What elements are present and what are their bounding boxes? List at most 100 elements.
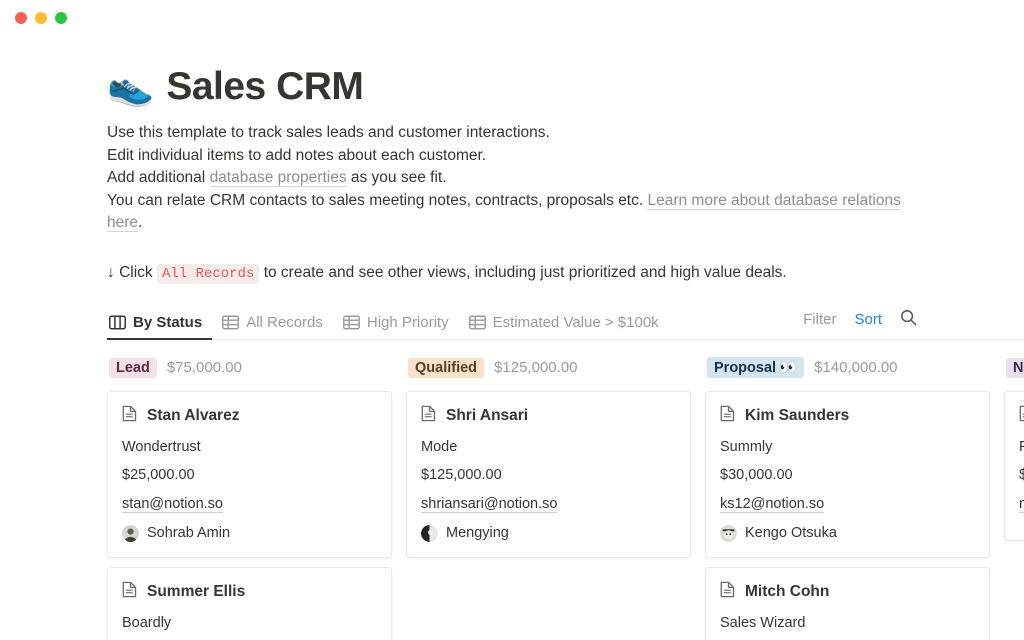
tab-label: All Records [246, 314, 323, 331]
window-minimize-button[interactable] [35, 12, 47, 24]
card-title-row: Kim Saunders [720, 405, 975, 427]
document-icon [122, 581, 137, 603]
view-tabs: By Status All Records [107, 314, 803, 339]
column-cards: Stan Alvarez Wondertrust $25,000.00 stan… [107, 391, 392, 640]
column-cards: Fr Fr $ m [1004, 391, 1024, 541]
status-badge[interactable]: Lead [109, 358, 157, 378]
description-line-3-prefix: Add additional [107, 169, 210, 186]
avatar [122, 525, 139, 542]
status-badge-label: Lead [116, 360, 150, 376]
view-toolbar: By Status All Records [107, 306, 1024, 340]
page-header: 👟 Sales CRM [107, 65, 1024, 109]
window-close-button[interactable] [15, 12, 27, 24]
card-title: Summer Ellis [147, 583, 245, 601]
sort-button[interactable]: Sort [854, 311, 882, 328]
avatar [720, 525, 737, 542]
card-title-row: Stan Alvarez [122, 405, 377, 427]
card-title-row: Mitch Cohn [720, 581, 975, 603]
page-title: Sales CRM [166, 65, 363, 109]
card-amount: $30,000.00 [720, 467, 975, 483]
board-column-negotiation: N Fr [1004, 354, 1024, 640]
column-header: Lead $75,000.00 [107, 354, 392, 382]
page-description: Use this template to track sales leads a… [107, 122, 922, 235]
search-icon[interactable] [900, 309, 917, 331]
column-header: Proposal 👀 $140,000.00 [705, 354, 990, 382]
card-title-row: Shri Ansari [421, 405, 676, 427]
board-card[interactable]: Mitch Cohn Sales Wizard [705, 567, 990, 640]
card-title: Kim Saunders [745, 407, 849, 425]
board-card[interactable]: Stan Alvarez Wondertrust $25,000.00 stan… [107, 391, 392, 558]
document-icon [421, 405, 436, 427]
card-company: Fr [1019, 439, 1024, 455]
filter-button[interactable]: Filter [803, 311, 836, 328]
document-icon [1019, 405, 1024, 427]
table-icon [222, 315, 239, 330]
card-company: Summly [720, 439, 975, 455]
board-card[interactable]: Kim Saunders Summly $30,000.00 ks12@noti… [705, 391, 990, 558]
card-title: Stan Alvarez [147, 407, 239, 425]
tab-by-status[interactable]: By Status [107, 314, 212, 339]
column-header: N [1004, 354, 1024, 382]
card-email[interactable]: ks12@notion.so [720, 496, 824, 513]
board-card[interactable]: Shri Ansari Mode $125,000.00 shriansari@… [406, 391, 691, 558]
card-company: Sales Wizard [720, 615, 975, 631]
card-email[interactable]: m [1019, 496, 1024, 513]
tab-label: High Priority [367, 314, 449, 331]
column-sum: $125,000.00 [494, 359, 577, 376]
column-header: Qualified $125,000.00 [406, 354, 691, 382]
document-icon [122, 405, 137, 427]
table-icon [343, 315, 360, 330]
tab-high-priority[interactable]: High Priority [333, 314, 459, 339]
card-title-row: Summer Ellis [122, 581, 377, 603]
page-content: 👟 Sales CRM Use this template to track s… [0, 65, 1024, 640]
card-assignee: Mengying [421, 525, 676, 542]
down-arrow-icon: ↓ [107, 264, 115, 281]
view-actions: Filter Sort [803, 309, 917, 339]
sneaker-icon: 👟 [107, 68, 154, 106]
status-badge-label: N [1013, 360, 1023, 376]
column-cards: Shri Ansari Mode $125,000.00 shriansari@… [406, 391, 691, 558]
callout-prefix: Click [119, 264, 153, 281]
description-line-4-suffix: . [138, 214, 142, 231]
description-line-1: Use this template to track sales leads a… [107, 122, 922, 145]
board-column-qualified: Qualified $125,000.00 [406, 354, 691, 640]
tab-label: Estimated Value > $100k [493, 314, 659, 331]
all-records-callout: ↓ Click All Records to create and see ot… [107, 262, 1024, 285]
status-badge[interactable]: N [1006, 358, 1024, 378]
column-sum: $140,000.00 [814, 359, 897, 376]
card-email[interactable]: shriansari@notion.so [421, 496, 557, 513]
board-card[interactable]: Fr Fr $ m [1004, 391, 1024, 541]
board-column-proposal: Proposal 👀 $140,000.00 [705, 354, 990, 640]
tab-all-records[interactable]: All Records [212, 314, 333, 339]
status-badge[interactable]: Proposal 👀 [707, 357, 804, 378]
window-maximize-button[interactable] [55, 12, 67, 24]
document-icon [720, 581, 735, 603]
card-title-row: Fr [1019, 405, 1024, 427]
card-company: Mode [421, 439, 676, 455]
description-line-3-suffix: as you see fit. [347, 169, 447, 186]
table-icon [469, 315, 486, 330]
eyes-icon: 👀 [779, 359, 797, 376]
card-email[interactable]: stan@notion.so [122, 496, 223, 513]
board-card[interactable]: Summer Ellis Boardly [107, 567, 392, 640]
assignee-name: Mengying [446, 525, 509, 541]
status-badge[interactable]: Qualified [408, 358, 484, 378]
card-title: Mitch Cohn [745, 583, 829, 601]
tab-label: By Status [133, 314, 202, 331]
column-cards: Kim Saunders Summly $30,000.00 ks12@noti… [705, 391, 990, 640]
document-icon [720, 405, 735, 427]
card-amount: $25,000.00 [122, 467, 377, 483]
card-company: Boardly [122, 615, 377, 631]
description-line-3: Add additional database properties as yo… [107, 167, 922, 190]
description-line-4-prefix: You can relate CRM contacts to sales mee… [107, 192, 647, 209]
card-title: Shri Ansari [446, 407, 528, 425]
tab-estimated-value[interactable]: Estimated Value > $100k [459, 314, 669, 339]
card-company: Wondertrust [122, 439, 377, 455]
database-properties-link[interactable]: database properties [210, 169, 347, 187]
all-records-code-chip[interactable]: All Records [157, 264, 259, 284]
status-badge-label: Proposal [714, 360, 776, 376]
board-icon [109, 315, 126, 330]
card-amount: $125,000.00 [421, 467, 676, 483]
description-line-4: You can relate CRM contacts to sales mee… [107, 190, 922, 235]
card-assignee: Kengo Otsuka [720, 525, 975, 542]
